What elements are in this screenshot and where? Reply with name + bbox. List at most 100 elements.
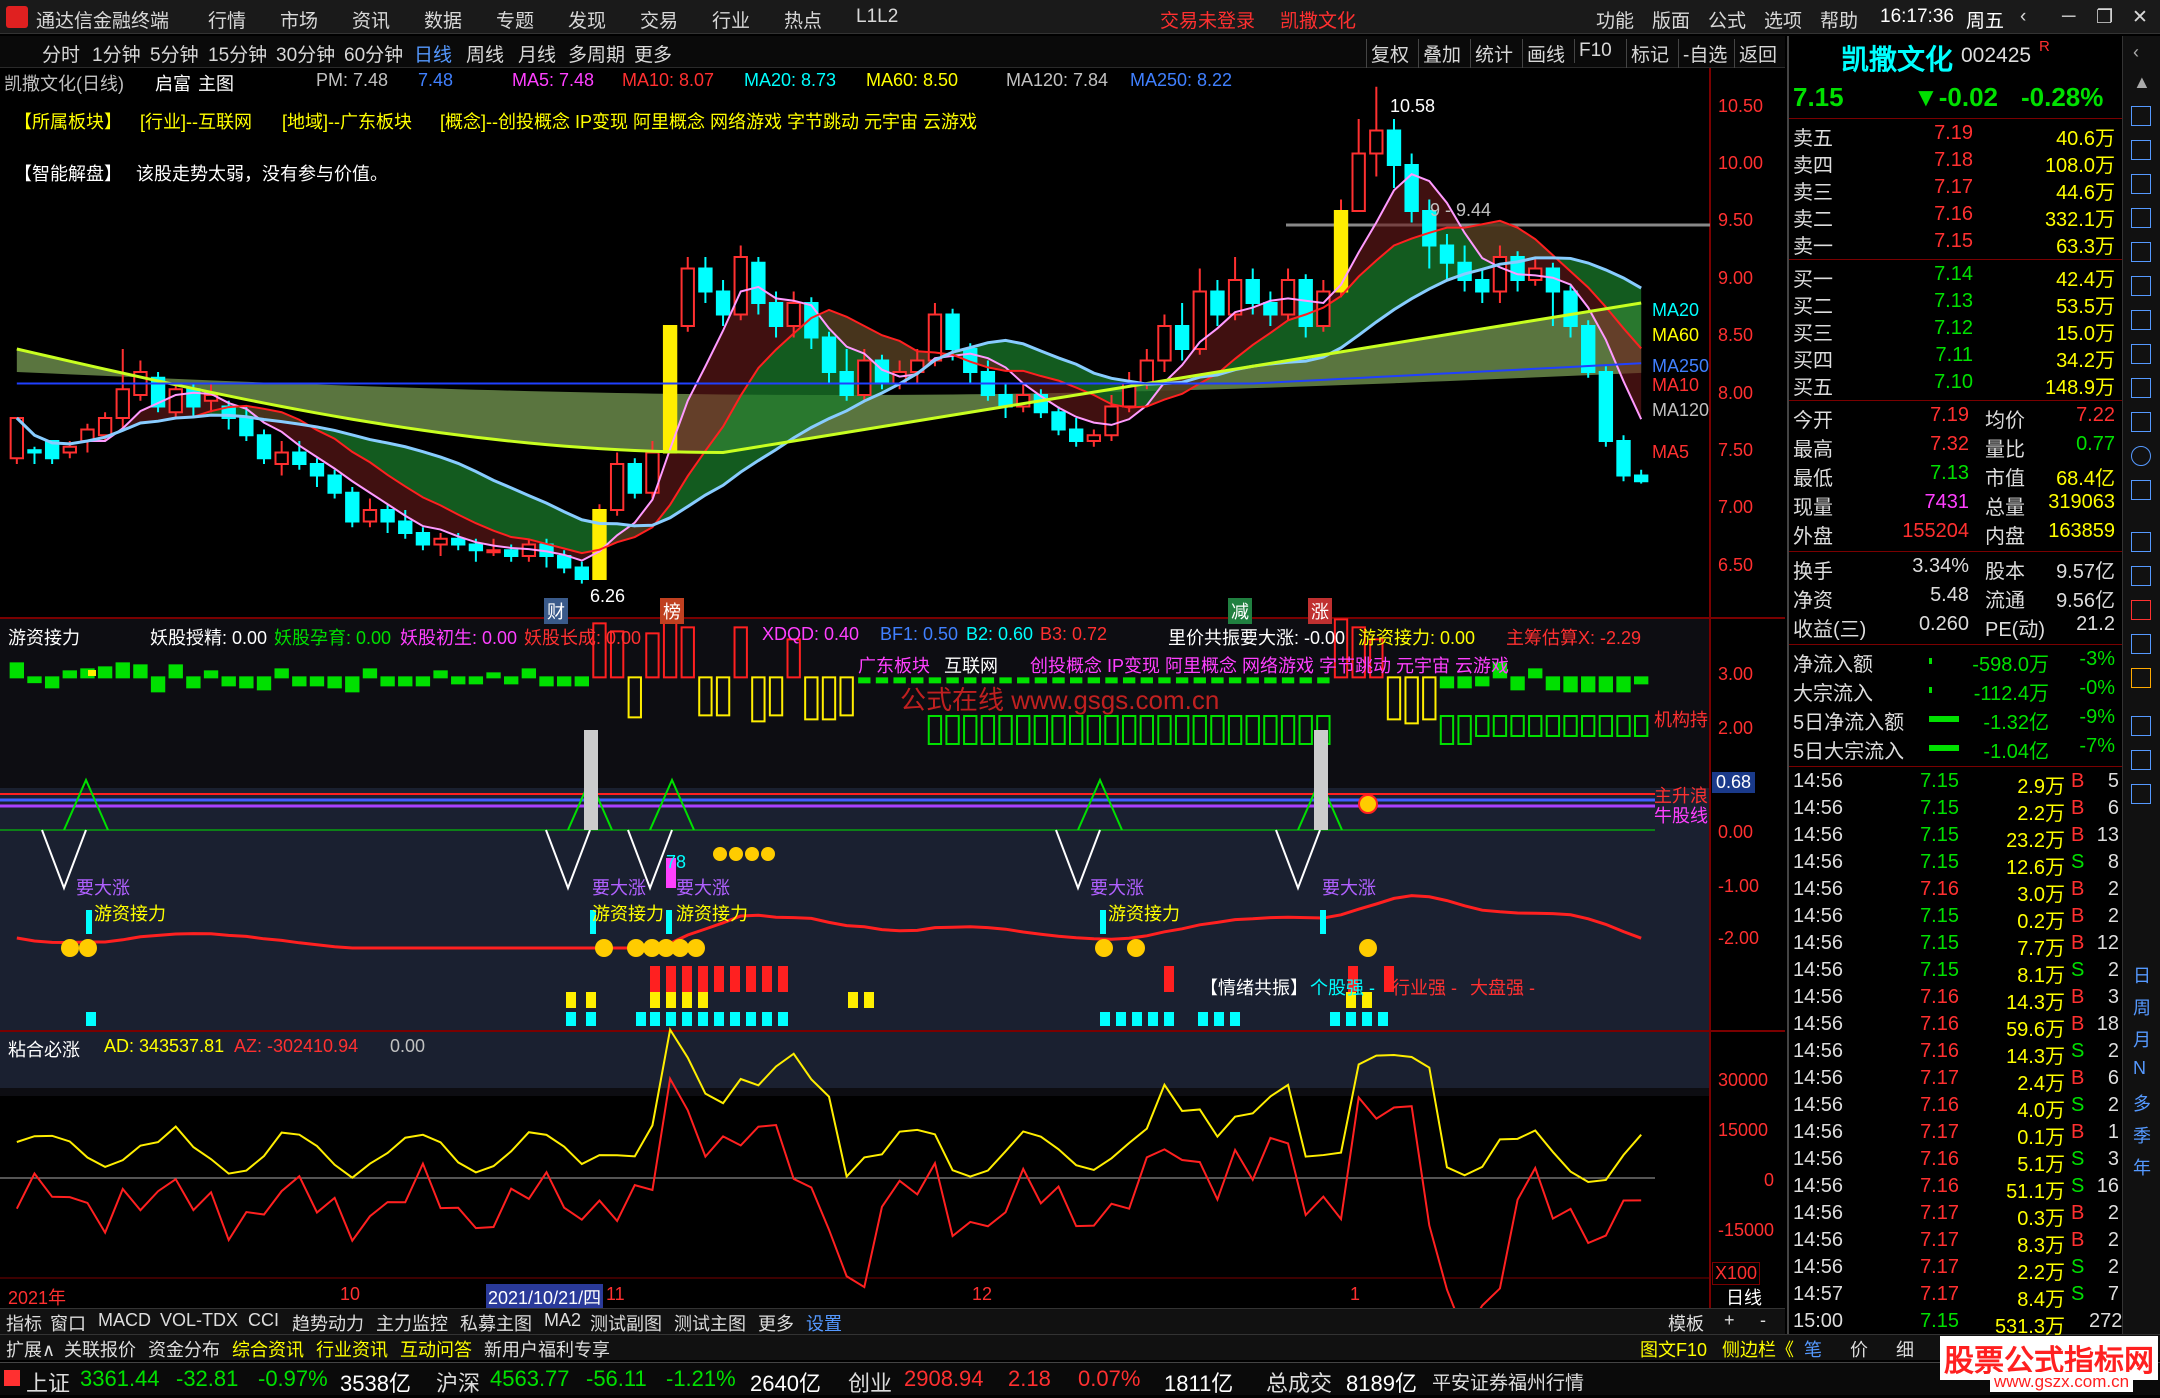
layout-icon[interactable] <box>2131 784 2151 804</box>
add-button[interactable]: + <box>1724 1310 1735 1331</box>
minimize-icon[interactable]: ─ <box>2062 6 2075 28</box>
sys-menu-item[interactable]: 公式 <box>1708 6 1746 33</box>
menu-item[interactable]: 资讯 <box>352 6 390 33</box>
menu-item[interactable]: 市场 <box>280 6 318 33</box>
filter-icon[interactable] <box>2131 412 2151 432</box>
chip-label[interactable]: 启富 <box>155 70 191 96</box>
login-status[interactable]: 交易未登录 <box>1160 6 1255 33</box>
menu-item[interactable]: 行业 <box>712 6 750 33</box>
timeframe-tab[interactable]: 分时 <box>42 40 80 67</box>
info-tab[interactable]: 扩展∧ <box>6 1336 55 1362</box>
indicator-tab[interactable]: MACD <box>98 1310 151 1331</box>
timeframe-tab[interactable]: 1分钟 <box>92 40 141 67</box>
indicator-tab[interactable]: 测试主图 <box>674 1310 746 1336</box>
tool-button[interactable]: 标记 <box>1626 39 1673 68</box>
maximize-icon[interactable]: ❐ <box>2096 6 2113 29</box>
sys-menu-item[interactable]: 帮助 <box>1820 6 1858 33</box>
grid-icon[interactable] <box>2131 174 2151 194</box>
indicator-tab[interactable]: MA2 <box>544 1310 581 1331</box>
tool-button[interactable]: 复权 <box>1366 39 1413 68</box>
remove-button[interactable]: - <box>1760 1310 1766 1331</box>
info-tab[interactable]: 综合资讯 <box>232 1336 304 1362</box>
clock-icon[interactable] <box>2131 446 2151 466</box>
indicator-tab[interactable]: CCI <box>248 1310 279 1331</box>
info-tab[interactable]: 资金分布 <box>148 1336 220 1362</box>
indicator-tab[interactable]: 主力监控 <box>376 1310 448 1336</box>
indicator-tab[interactable]: 私募主图 <box>460 1310 532 1336</box>
info-tab[interactable]: 行业资讯 <box>316 1336 388 1362</box>
layout-icon[interactable] <box>2131 750 2151 770</box>
timeframe-tab[interactable]: 月线 <box>518 40 556 67</box>
bar-icon[interactable] <box>2131 242 2151 262</box>
tool-button[interactable]: -自选 <box>1678 39 1731 68</box>
sys-menu-item[interactable]: 版面 <box>1652 6 1690 33</box>
menu-item[interactable]: 发现 <box>568 6 606 33</box>
tool-button[interactable]: 画线 <box>1522 39 1569 68</box>
sidebar-toggle[interactable]: 侧边栏《 <box>1722 1336 1794 1362</box>
event-marker[interactable]: 减 <box>1228 598 1252 624</box>
side-period[interactable]: 周 <box>2133 994 2151 1020</box>
side-period[interactable]: N <box>2133 1058 2146 1079</box>
menu-item[interactable]: 交易 <box>640 6 678 33</box>
sys-menu-item[interactable]: 选项 <box>1764 6 1802 33</box>
side-period[interactable]: 多 <box>2133 1090 2151 1116</box>
list-icon[interactable] <box>2131 106 2151 126</box>
doc-icon[interactable] <box>2131 344 2151 364</box>
timeframe-tab[interactable]: 周线 <box>466 40 504 67</box>
indicator-tab[interactable]: VOL-TDX <box>160 1310 238 1331</box>
menu-item[interactable]: 数据 <box>424 6 462 33</box>
info-tab[interactable]: 新用户福利专享 <box>484 1336 610 1362</box>
table-icon[interactable] <box>2131 276 2151 296</box>
rsi-icon[interactable] <box>2131 566 2151 586</box>
timeframe-tab-active[interactable]: 日线 <box>414 40 452 67</box>
people-icon[interactable] <box>2131 378 2151 398</box>
timeframe-tab[interactable]: 15分钟 <box>208 40 267 67</box>
f10-icon[interactable] <box>2131 310 2151 330</box>
tool-button[interactable]: F10 <box>1574 39 1616 63</box>
tool-button[interactable]: 返回 <box>1734 39 1781 68</box>
panel-tab[interactable]: 笔 <box>1804 1336 1822 1362</box>
side-period[interactable]: 日 <box>2133 962 2151 988</box>
sub2-name[interactable]: 粘合必涨 <box>8 1036 80 1062</box>
indicator-tab[interactable]: 更多 <box>758 1310 794 1336</box>
index-name[interactable]: 上证 <box>26 1366 70 1398</box>
timeframe-tab[interactable]: 30分钟 <box>276 40 335 67</box>
chart-icon[interactable] <box>2131 140 2151 160</box>
event-marker[interactable]: 涨 <box>1308 598 1332 624</box>
side-period[interactable]: 年 <box>2133 1154 2151 1180</box>
indicator-tab-settings[interactable]: 设置 <box>806 1310 842 1336</box>
macd-icon[interactable] <box>2131 480 2151 500</box>
template-button[interactable]: 模板 <box>1668 1310 1704 1336</box>
panel-tab[interactable]: 价 <box>1850 1336 1868 1362</box>
pen-icon[interactable] <box>2131 668 2151 688</box>
close-icon[interactable]: ✕ <box>2132 6 2148 29</box>
indicator-tab[interactable]: 测试副图 <box>590 1310 662 1336</box>
menu-item[interactable]: 专题 <box>496 6 534 33</box>
vol-icon[interactable] <box>2131 532 2151 552</box>
menu-item[interactable]: 热点 <box>784 6 822 33</box>
indicator-tab[interactable]: 趋势动力 <box>292 1310 364 1336</box>
menu-item[interactable]: 行情 <box>208 6 246 33</box>
sub1-name[interactable]: 游资接力 <box>8 624 80 650</box>
chart-canvas[interactable] <box>0 68 1785 1313</box>
move-icon[interactable] <box>2131 634 2151 654</box>
index-name[interactable]: 沪深 <box>436 1366 480 1398</box>
event-marker[interactable]: 榜 <box>660 598 684 624</box>
index-name[interactable]: 创业 <box>848 1366 892 1398</box>
side-period[interactable]: 月 <box>2133 1026 2151 1052</box>
arrow-up-icon[interactable]: ▲ <box>2133 72 2151 93</box>
back-icon[interactable]: ‹ <box>2020 6 2026 28</box>
trend-icon[interactable] <box>2131 208 2151 228</box>
layout-icon[interactable] <box>2131 716 2151 736</box>
timeframe-tab[interactable]: 多周期 <box>568 40 625 67</box>
side-period[interactable]: 季 <box>2133 1122 2151 1148</box>
f10-button[interactable]: 图文F10 <box>1640 1336 1707 1362</box>
info-tab[interactable]: 互动问答 <box>400 1336 472 1362</box>
indicator-tab[interactable]: 指标 <box>6 1310 42 1336</box>
indicator-tab[interactable]: 窗口 <box>50 1310 86 1336</box>
tool-button[interactable]: 统计 <box>1470 39 1517 68</box>
flame-icon[interactable] <box>2131 600 2151 620</box>
main-chart-label[interactable]: 主图 <box>198 70 234 96</box>
timeframe-tab[interactable]: 5分钟 <box>150 40 199 67</box>
collapse-icon[interactable]: ‹ <box>2133 42 2139 63</box>
